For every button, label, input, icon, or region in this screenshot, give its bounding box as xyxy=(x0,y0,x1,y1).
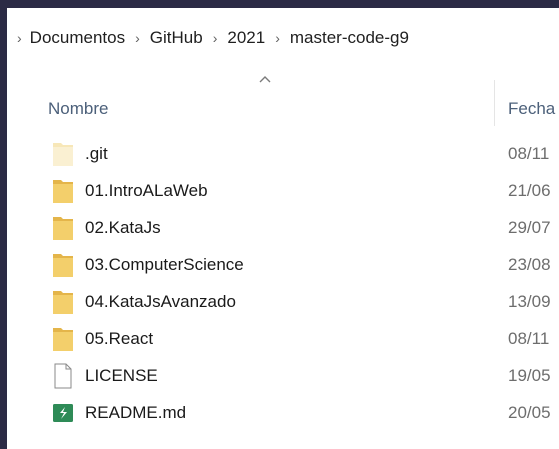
list-item[interactable]: .git 08/11 xyxy=(7,136,559,173)
markdown-file-icon xyxy=(53,404,73,422)
breadcrumb-item-2021[interactable]: 2021 xyxy=(227,28,265,48)
chevron-right-icon[interactable]: › xyxy=(135,30,140,46)
file-date: 08/11 xyxy=(508,144,550,163)
breadcrumb-item-master-code-g9[interactable]: master-code-g9 xyxy=(290,28,409,48)
folder-icon xyxy=(53,328,73,351)
breadcrumb-item-documentos[interactable]: Documentos xyxy=(30,28,125,48)
chevron-right-icon[interactable]: › xyxy=(17,30,22,46)
chevron-right-icon[interactable]: › xyxy=(213,30,218,46)
file-date: 20/05 xyxy=(508,403,551,422)
column-header-name[interactable]: Nombre xyxy=(48,99,108,119)
file-name: LICENSE xyxy=(85,366,158,385)
file-explorer-window: › Documentos › GitHub › 2021 › master-co… xyxy=(7,8,559,449)
list-item[interactable]: README.md 20/05 xyxy=(7,395,559,432)
breadcrumb-item-github[interactable]: GitHub xyxy=(150,28,203,48)
chevron-right-icon[interactable]: › xyxy=(275,30,280,46)
folder-hidden-icon xyxy=(53,143,73,166)
file-date: 21/06 xyxy=(508,181,551,200)
list-item[interactable]: 01.IntroALaWeb 21/06 xyxy=(7,173,559,210)
file-date: 29/07 xyxy=(508,218,551,237)
column-header-row: Nombre Fecha xyxy=(7,70,559,128)
folder-icon xyxy=(53,254,73,277)
file-icon xyxy=(54,363,72,389)
list-item[interactable]: 04.KataJsAvanzado 13/09 xyxy=(7,284,559,321)
file-name: 04.KataJsAvanzado xyxy=(85,292,236,311)
file-date: 08/11 xyxy=(508,329,550,348)
list-item[interactable]: 05.React 08/11 xyxy=(7,321,559,358)
column-divider[interactable] xyxy=(494,80,495,126)
file-name: README.md xyxy=(85,403,187,422)
file-date: 23/08 xyxy=(508,255,551,274)
file-list: .git 08/11 01.IntroALaWeb 21/06 02.KataJ… xyxy=(7,136,559,432)
breadcrumb: › Documentos › GitHub › 2021 › master-co… xyxy=(7,8,559,68)
file-name: 03.ComputerScience xyxy=(85,255,244,274)
list-item[interactable]: 03.ComputerScience 23/08 xyxy=(7,247,559,284)
list-item[interactable]: LICENSE 19/05 xyxy=(7,358,559,395)
file-name: .git xyxy=(85,144,108,163)
sort-ascending-icon xyxy=(259,76,271,83)
file-name: 05.React xyxy=(85,329,154,348)
list-item[interactable]: 02.KataJs 29/07 xyxy=(7,210,559,247)
file-name: 01.IntroALaWeb xyxy=(85,181,208,200)
folder-icon xyxy=(53,291,73,314)
file-date: 13/09 xyxy=(508,292,551,311)
column-header-date[interactable]: Fecha xyxy=(508,99,555,119)
folder-icon xyxy=(53,180,73,203)
file-name: 02.KataJs xyxy=(85,218,161,237)
file-date: 19/05 xyxy=(508,366,551,385)
folder-icon xyxy=(53,217,73,240)
